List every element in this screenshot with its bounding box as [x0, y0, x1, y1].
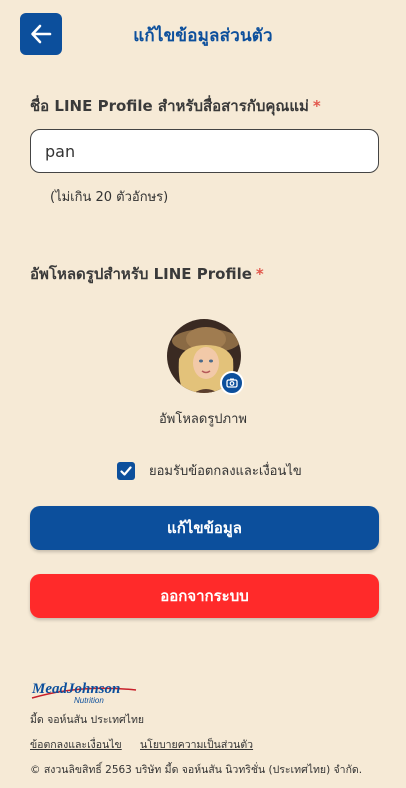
- name-field-label: ชื่อ LINE Profile สำหรับสื่อสารกับคุณแม่…: [30, 94, 321, 118]
- upload-field-label: อัพโหลดรูปสำหรับ LINE Profile *: [30, 262, 264, 286]
- copyright: © สงวนลิขสิทธิ์ 2563 บริษัท มี้ด จอห์นสั…: [30, 764, 363, 776]
- consent-checkbox-row[interactable]: ยอมรับข้อตกลงและเงื่อนไข: [117, 460, 302, 481]
- line-name-input[interactable]: [30, 129, 379, 173]
- avatar-upload[interactable]: [165, 317, 245, 397]
- page-title: แก้ไขข้อมูลส่วนตัว: [133, 26, 273, 46]
- top-bar: แก้ไขข้อมูลส่วนตัว: [0, 0, 406, 70]
- logout-button[interactable]: ออกจากระบบ: [30, 574, 379, 618]
- check-icon: [120, 465, 132, 476]
- name-field-label-text: ชื่อ LINE Profile สำหรับสื่อสารกับคุณแม่: [30, 97, 309, 115]
- required-mark: *: [255, 265, 264, 283]
- upload-caption: อัพโหลดรูปภาพ: [158, 412, 247, 427]
- mead-johnson-logo: MeadJohnson Nutrition: [30, 676, 140, 706]
- consent-label: ยอมรับข้อตกลงและเงื่อนไข: [149, 464, 302, 479]
- camera-badge[interactable]: [220, 371, 244, 395]
- svg-text:Nutrition: Nutrition: [74, 696, 104, 705]
- edit-profile-button[interactable]: แก้ไขข้อมูล: [30, 506, 379, 550]
- upload-field-label-text: อัพโหลดรูปสำหรับ LINE Profile: [30, 265, 252, 283]
- terms-link[interactable]: ข้อตกลงและเงื่อนไข: [30, 736, 122, 753]
- camera-icon: [226, 378, 238, 388]
- consent-checkbox[interactable]: [117, 461, 135, 480]
- footer: MeadJohnson Nutrition มี้ด จอห์นสัน ประเ…: [30, 676, 390, 776]
- name-length-hint: (ไม่เกิน 20 ตัวอักษร): [50, 190, 169, 205]
- required-mark: *: [312, 97, 321, 115]
- svg-text:MeadJohnson: MeadJohnson: [31, 681, 120, 697]
- privacy-link[interactable]: นโยบายความเป็นส่วนตัว: [140, 736, 253, 753]
- company-name: มี้ด จอห์นสัน ประเทศไทย: [30, 714, 145, 726]
